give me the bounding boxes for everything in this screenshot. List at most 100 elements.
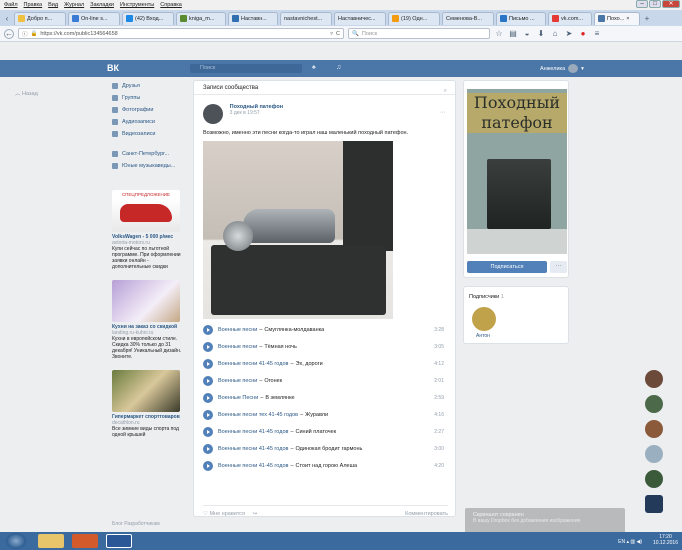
track-artist[interactable]: Военные песни 41-45 годов [218, 463, 288, 469]
browser-tab[interactable]: Семенова-В... [442, 11, 494, 25]
menu-view[interactable]: Вид [48, 2, 58, 8]
maximize-button[interactable]: □ [649, 0, 661, 8]
audio-track[interactable]: Военные Песни – В землянке 2:59 [203, 389, 446, 406]
chat-avatar[interactable] [645, 495, 663, 513]
pocket-icon[interactable]: ◒ [522, 29, 532, 39]
ad-image-sports[interactable] [112, 370, 180, 412]
screenshot-saved-notification[interactable]: Скриншот сохранен В вашу Dropbox без доб… [465, 508, 625, 534]
taskbar-clock[interactable]: 17:20 10.12.2016 [653, 534, 678, 546]
adblock-icon[interactable]: ● [578, 29, 588, 39]
group-more-button[interactable]: ··· [550, 261, 567, 273]
sidebar-item-audio[interactable]: Аудиозаписи [112, 116, 182, 128]
post-photo[interactable] [203, 141, 393, 319]
sidebar-group-link[interactable]: Санкт-Петербург... [112, 148, 182, 160]
dropdown-icon[interactable]: ▿ [330, 31, 333, 37]
download-icon[interactable]: ⬇ [536, 29, 546, 39]
browser-tab[interactable]: (42) Вход... [122, 11, 174, 25]
ad-image-car[interactable]: СПЕЦПРЕДЛОЖЕНИЕ [112, 190, 180, 232]
audio-track[interactable]: Военные песни 41-45 годов – Синий платочек… [203, 423, 446, 440]
home-icon[interactable]: ⌂ [550, 29, 560, 39]
track-artist[interactable]: Военные песни тех 41-45 годов [218, 412, 298, 418]
play-icon[interactable] [203, 409, 213, 420]
explorer-taskbar-icon[interactable] [38, 534, 64, 548]
back-button[interactable]: ← [4, 28, 14, 39]
menu-tools[interactable]: Инструменты [120, 2, 154, 8]
track-artist[interactable]: Военные песни [218, 378, 257, 384]
browser-tab[interactable]: Добро п... [14, 11, 66, 25]
menu-help[interactable]: Справка [160, 2, 182, 8]
browser-tab[interactable]: Наставничес... [334, 11, 386, 25]
chat-avatar[interactable] [645, 395, 663, 413]
vk-search-input[interactable]: Поиск [190, 64, 302, 73]
group-cover-image[interactable]: Походный патефон [467, 89, 567, 254]
browser-tab[interactable]: (19) Одн... [388, 11, 440, 25]
menu-bookmarks[interactable]: Закладки [90, 2, 114, 8]
browser-tab-active[interactable]: Похо... × [594, 11, 640, 25]
browser-tab[interactable]: vk.com... [548, 11, 592, 25]
post-date[interactable]: 3 дек в 19:57 [230, 110, 283, 116]
play-icon[interactable] [203, 392, 213, 403]
audio-track[interactable]: Военные песни 41-45 годов – Эх, дороги 4:12 [203, 355, 446, 372]
play-icon[interactable] [203, 375, 213, 386]
clipboard-icon[interactable]: ▤ [508, 29, 518, 39]
word-taskbar-icon[interactable] [106, 534, 132, 548]
browser-tab[interactable]: Письмо ... [496, 11, 546, 25]
like-button[interactable]: ♡ Мне нравится [203, 511, 245, 517]
ad-block[interactable]: Гипермаркет спорттоваров decathlon.ru Вс… [112, 370, 182, 438]
tabs-scroll-left-icon[interactable]: ‹ [2, 13, 12, 23]
sidebar-item-photos[interactable]: Фотографии [112, 104, 182, 116]
subscribers-title[interactable]: Подписчики 1 [469, 294, 504, 300]
track-artist[interactable]: Военные песни 41-45 годов [218, 361, 288, 367]
track-artist[interactable]: Военные песни 41-45 годов [218, 429, 288, 435]
browser-tab[interactable]: Наставн... [228, 11, 278, 25]
chat-avatar[interactable] [645, 420, 663, 438]
reload-icon[interactable]: C [336, 31, 340, 37]
send-icon[interactable]: ➤ [564, 29, 574, 39]
menu-edit[interactable]: Правка [24, 2, 43, 8]
chat-avatar[interactable] [645, 470, 663, 488]
track-artist[interactable]: Военные Песни [218, 395, 258, 401]
sidebar-item-groups[interactable]: Группы [112, 92, 182, 104]
start-button[interactable] [6, 533, 26, 549]
browser-tab[interactable]: kniga_m... [176, 11, 226, 25]
bookmark-star-icon[interactable]: ☆ [494, 29, 504, 39]
play-icon[interactable] [203, 460, 213, 471]
audio-track[interactable]: Военные песни – Огонек 2:01 [203, 372, 446, 389]
wall-search-icon[interactable]: ⌕ [444, 84, 447, 98]
browser-tab[interactable]: On-line s... [68, 11, 120, 25]
play-icon[interactable] [203, 426, 213, 437]
track-artist[interactable]: Военные песни [218, 344, 257, 350]
user-menu[interactable]: Анжелика ▾ [540, 64, 584, 73]
footer-links[interactable]: Блог Разработчикам [112, 521, 160, 527]
share-icon[interactable]: ↪ [253, 511, 258, 517]
close-tab-icon[interactable]: × [626, 16, 629, 22]
address-bar[interactable]: ⓘ 🔒 https://vk.com/public134564658 ▿ C [18, 28, 344, 39]
new-tab-button[interactable]: + [642, 13, 652, 23]
track-artist[interactable]: Военные песни 41-45 годов [218, 446, 288, 452]
browser-tab[interactable]: nastavnichest... [280, 11, 332, 25]
subscribe-button[interactable]: Подписаться [467, 261, 547, 273]
chat-avatar[interactable] [645, 445, 663, 463]
volume-icon[interactable]: ◀) [636, 539, 642, 545]
language-indicator[interactable]: EN [618, 539, 625, 545]
post-more-icon[interactable]: ··· [439, 109, 446, 116]
firefox-taskbar-icon[interactable] [72, 534, 98, 548]
audio-track[interactable]: Военные песни – Смуглянка-молдаванка 3:28 [203, 321, 446, 338]
track-artist[interactable]: Военные песни [218, 327, 257, 333]
close-window-button[interactable]: ✕ [662, 0, 680, 8]
chat-avatar[interactable] [645, 370, 663, 388]
vk-logo[interactable]: ВК [107, 62, 125, 74]
post-author-avatar[interactable] [203, 104, 223, 124]
audio-track[interactable]: Военные песни 41-45 годов – Стоит над горо… [203, 457, 446, 474]
menu-history[interactable]: Журнал [64, 2, 84, 8]
ad-image-kitchen[interactable] [112, 280, 180, 322]
audio-track[interactable]: Военные песни – Тёмная ночь 3:05 [203, 338, 446, 355]
sidebar-item-video[interactable]: Видеозаписи [112, 128, 182, 140]
notifications-bell-icon[interactable]: ♠ [312, 64, 316, 71]
play-icon[interactable] [203, 443, 213, 454]
back-link[interactable]: ︿ Назад [15, 89, 38, 97]
system-tray[interactable]: EN ▴ ▥ ◀) [618, 539, 642, 545]
hamburger-menu-icon[interactable]: ≡ [592, 29, 602, 39]
minimize-button[interactable]: – [636, 0, 648, 8]
subscriber-avatar[interactable] [472, 307, 496, 331]
